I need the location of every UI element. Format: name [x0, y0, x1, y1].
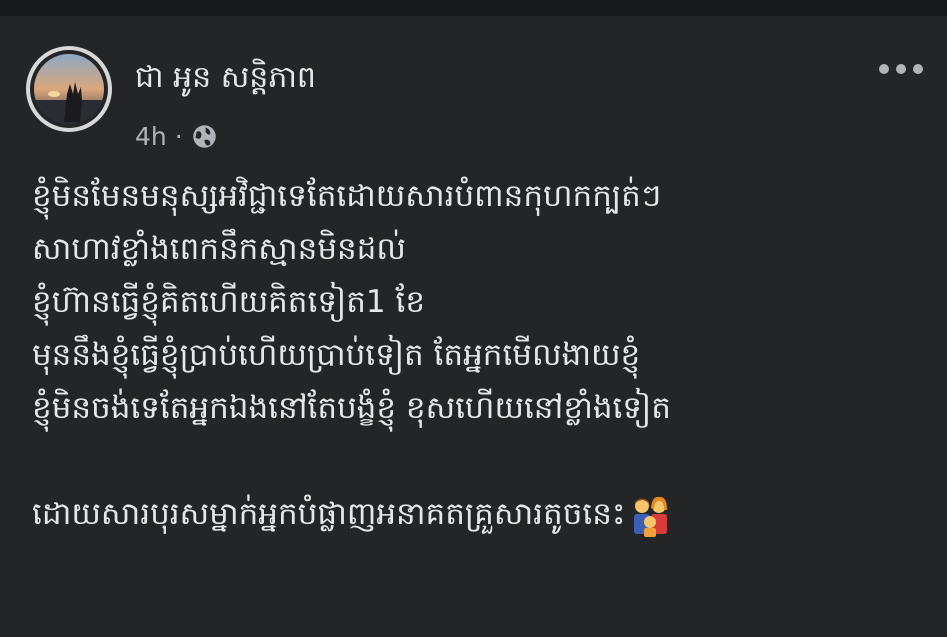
post-line: សាហាវខ្លាំងពេកនឹកស្មានមិនដល់ [32, 231, 406, 267]
post-card: ជា អូន សន្តិភាព 4h · ខ្ញុំមិនមែនមនុស្សអវ… [0, 0, 947, 637]
globe-icon[interactable] [191, 123, 218, 150]
post-line: ខ្ញុំមិនចង់ទេតែអ្នកឯងនៅតែបង្ខំខ្ញុំ ខុសហ… [32, 390, 671, 426]
post-line: ខ្ញុំហ៊ានធ្វើខ្ញុំគិតហើយគិតទៀត1 ខែ [32, 284, 426, 320]
top-bar [0, 0, 947, 16]
post-line-text: ដោយសារបុរសម្នាក់អ្នកបំផ្លាញអនាគតគ្រួសារត… [32, 496, 626, 532]
more-dot [896, 64, 906, 74]
post-meta: 4h · [135, 122, 218, 151]
post-line: ខ្ញុំមិនមែនមនុស្សអវិជ្ជាទេតែដោយសារបំពានក… [32, 178, 662, 214]
post-timestamp[interactable]: 4h [135, 122, 167, 151]
post-body: ខ្ញុំមិនមែនមនុស្សអវិជ្ជាទេតែដោយសារបំពានក… [32, 170, 922, 541]
family-emoji [633, 496, 667, 537]
more-options-button[interactable] [879, 56, 923, 82]
more-dot [913, 64, 923, 74]
profile-photo [34, 54, 104, 124]
more-dot [879, 64, 889, 74]
avatar[interactable] [26, 46, 112, 132]
post-line-last: ដោយសារបុរសម្នាក់អ្នកបំផ្លាញអនាគតគ្រួសារត… [32, 488, 922, 541]
author-name[interactable]: ជា អូន សន្តិភាព [135, 58, 316, 102]
meta-separator: · [174, 122, 183, 151]
post-line: មុននឹងខ្ញុំធ្វើខ្ញុំប្រាប់ហើយប្រាប់ទៀត ត… [32, 337, 641, 373]
